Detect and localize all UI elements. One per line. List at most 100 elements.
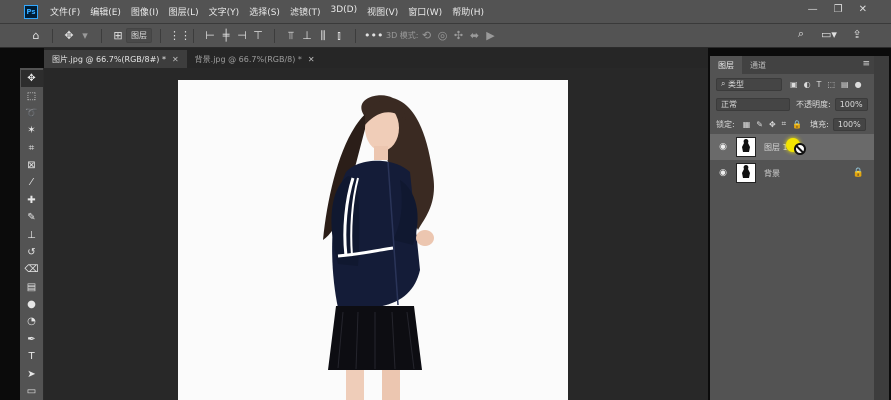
close-icon[interactable]: ✕ [308, 55, 315, 64]
close-icon[interactable]: ✕ [172, 55, 179, 64]
crop-tool-icon[interactable]: ⌗ [21, 140, 43, 157]
menu-layer[interactable]: 图层(L) [169, 5, 199, 18]
healing-brush-icon[interactable]: ✚ [21, 192, 43, 209]
align-bottom-icon[interactable]: ⊥ [299, 29, 315, 42]
more-options-icon[interactable]: ••• [364, 29, 383, 42]
clone-stamp-icon[interactable]: ⊥ [21, 226, 43, 243]
transform-controls-icon[interactable]: ⋮⋮ [169, 29, 191, 42]
close-button[interactable]: ✕ [859, 4, 867, 15]
filter-smart-icon[interactable]: ▤ [841, 80, 849, 89]
lock-position-icon[interactable]: ✥ [769, 120, 776, 129]
magic-wand-icon[interactable]: ✶ [21, 122, 43, 139]
kind-filter-dropdown[interactable]: ⌕ 类型 [716, 77, 782, 91]
3d-scale-icon[interactable]: ▶ [483, 29, 499, 42]
history-brush-icon[interactable]: ↺ [21, 244, 43, 261]
lock-pixels-icon[interactable]: ✎ [756, 120, 763, 129]
distribute-v-icon[interactable]: ⫾ [331, 29, 347, 43]
share-icon[interactable]: ⇪ [849, 28, 865, 41]
layer-row-background[interactable]: ◉ 背景 🔒 [710, 160, 874, 186]
tab-image-jpg[interactable]: 图片.jpg @ 66.7%(RGB/8#) * ✕ [44, 50, 187, 68]
eye-icon[interactable]: ◉ [716, 168, 730, 178]
type-tool-icon[interactable]: T [21, 348, 43, 365]
opacity-label: 不透明度: [796, 99, 831, 109]
path-select-icon[interactable]: ➤ [21, 365, 43, 382]
layer-name[interactable]: 图层 1 [764, 142, 788, 153]
filter-row: ⌕ 类型 ▣ ◐ T ⬚ ▤ ● [710, 74, 874, 94]
dodge-tool-icon[interactable]: ◔ [21, 313, 43, 330]
opacity-field[interactable]: 100% [834, 97, 868, 111]
menu-list: 文件(F) 编辑(E) 图像(I) 图层(L) 文字(Y) 选择(S) 滤镜(T… [50, 5, 494, 18]
distribute-icon[interactable]: ⫼ [315, 29, 331, 43]
lock-all-icon[interactable]: 🔒 [792, 120, 802, 129]
options-bar: ⌂ ✥ ▾ ⊞ 图层 ⋮⋮ ⊢ ╪ ⊣ ⊤ ⫪ ⊥ ⫼ ⫾ ••• 3D 模式:… [0, 24, 891, 48]
align-top-icon[interactable]: ⊤ [250, 29, 266, 42]
menu-bar: Ps 文件(F) 编辑(E) 图像(I) 图层(L) 文字(Y) 选择(S) 滤… [0, 0, 891, 24]
align-left-icon[interactable]: ⊢ [202, 29, 218, 42]
filter-image-icon[interactable]: ▣ [790, 80, 798, 89]
gradient-icon[interactable]: ▤ [21, 279, 43, 296]
pen-tool-icon[interactable]: ✒ [21, 331, 43, 348]
menu-image[interactable]: 图像(I) [131, 5, 159, 18]
minimize-button[interactable]: — [808, 4, 818, 15]
tab-channels[interactable]: 通道 [742, 56, 774, 74]
menu-3d[interactable]: 3D(D) [330, 5, 357, 18]
3d-rotate-icon[interactable]: ⟲ [419, 29, 435, 42]
search-icon[interactable]: ⌕ [793, 27, 809, 41]
filter-adjustment-icon[interactable]: ◐ [804, 80, 811, 89]
workspace-icon[interactable]: ▭▾ [821, 28, 837, 41]
marquee-tool-icon[interactable]: ⬚ [21, 87, 43, 104]
3d-roll-icon[interactable]: ◎ [435, 29, 451, 42]
frame-tool-icon[interactable]: ⊠ [21, 157, 43, 174]
menu-window[interactable]: 窗口(W) [408, 5, 442, 18]
brush-tool-icon[interactable]: ✎ [21, 209, 43, 226]
rectangle-tool-icon[interactable]: ▭ [21, 383, 43, 400]
menu-view[interactable]: 视图(V) [367, 5, 398, 18]
left-strip [0, 48, 20, 400]
home-icon[interactable]: ⌂ [28, 29, 44, 42]
lock-artboard-icon[interactable]: ⌗ [782, 119, 787, 129]
kind-filter-label: 类型 [728, 79, 745, 89]
document-image[interactable] [178, 80, 568, 400]
thumbnail-figure [742, 139, 750, 152]
lock-transparent-icon[interactable]: ▦ [743, 120, 751, 129]
ps-logo: Ps [24, 4, 38, 19]
blend-mode-dropdown[interactable]: 正常 [716, 97, 790, 111]
tools-panel: ✥ ⬚ ➰ ✶ ⌗ ⊠ ⁄ ✚ ✎ ⊥ ↺ ⌫ ▤ ● ◔ ✒ T ➤ ▭ [20, 68, 44, 400]
tab-layers[interactable]: 图层 [710, 56, 742, 74]
move-tool-icon[interactable]: ✥ [61, 29, 77, 42]
fill-field[interactable]: 100% [832, 117, 866, 131]
align-hcenter-icon[interactable]: ╪ [218, 29, 234, 42]
lock-row: 锁定: ▦ ✎ ✥ ⌗ 🔒 填充: 100% [710, 114, 874, 134]
panel-menu-icon[interactable]: ≡ [862, 59, 870, 69]
filter-shape-icon[interactable]: ⬚ [827, 80, 835, 89]
search-icon: ⌕ [721, 79, 729, 88]
filter-type-icon[interactable]: T [817, 80, 822, 89]
menu-file[interactable]: 文件(F) [50, 5, 80, 18]
align-vcenter-icon[interactable]: ⫪ [283, 29, 299, 43]
3d-drag-icon[interactable]: ✣ [451, 29, 467, 42]
chevron-down-icon[interactable]: ▾ [77, 29, 93, 42]
align-right-icon[interactable]: ⊣ [234, 29, 250, 42]
3d-slide-icon[interactable]: ⬌ [467, 29, 483, 42]
auto-select-icon[interactable]: ⊞ [110, 29, 126, 42]
eraser-icon[interactable]: ⌫ [21, 261, 43, 278]
menu-edit[interactable]: 编辑(E) [90, 5, 121, 18]
restore-button[interactable]: ❐ [834, 4, 843, 15]
menu-help[interactable]: 帮助(H) [452, 5, 484, 18]
menu-filter[interactable]: 滤镜(T) [290, 5, 321, 18]
eye-icon[interactable]: ◉ [716, 142, 730, 152]
move-tool-icon[interactable]: ✥ [20, 70, 43, 88]
layer-select-dropdown[interactable]: 图层 [126, 28, 152, 43]
filter-toggle-icon[interactable]: ● [855, 80, 862, 89]
blur-tool-icon[interactable]: ● [21, 296, 43, 313]
menu-type[interactable]: 文字(Y) [209, 5, 240, 18]
eyedropper-icon[interactable]: ⁄ [21, 174, 43, 191]
layer-name[interactable]: 背景 [764, 168, 780, 179]
layer-row-layer1[interactable]: ◉ 图层 1 [710, 134, 874, 160]
panel-scrollbar[interactable] [874, 56, 889, 400]
lasso-tool-icon[interactable]: ➰ [21, 105, 43, 122]
tab-background-jpg[interactable]: 背景.jpg @ 66.7%(RGB/8) * ✕ [187, 50, 323, 68]
canvas-area[interactable] [44, 68, 708, 400]
menu-select[interactable]: 选择(S) [249, 5, 280, 18]
lock-label: 锁定: [716, 119, 735, 129]
